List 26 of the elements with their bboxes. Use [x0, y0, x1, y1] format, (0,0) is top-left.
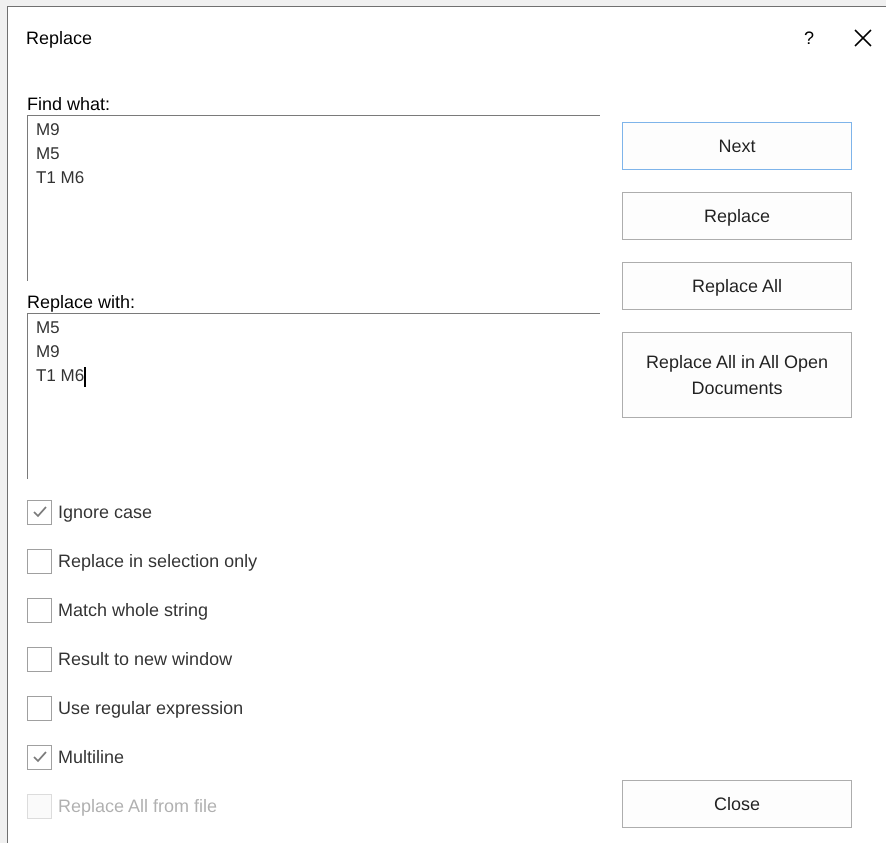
checkbox[interactable] [27, 646, 52, 672]
option-label[interactable]: Replace in selection only [58, 548, 258, 574]
checkbox[interactable] [27, 500, 52, 524]
replace-field[interactable]: M5 M9 T1 M6 [27, 313, 600, 479]
option-label[interactable]: Match whole string [58, 596, 208, 624]
checkbox[interactable] [27, 548, 52, 574]
action-button[interactable]: Next [622, 122, 852, 170]
close-icon[interactable] [853, 28, 873, 48]
close-button[interactable]: Close [622, 780, 852, 828]
action-button[interactable]: Replace [622, 192, 852, 240]
help-button[interactable]: ? [789, 24, 829, 52]
option-label[interactable]: Multiline [58, 744, 124, 770]
action-button[interactable]: Replace All in All Open Documents [622, 332, 852, 418]
checkbox[interactable] [27, 744, 52, 770]
checkbox[interactable] [27, 598, 52, 622]
check-icon [32, 749, 48, 765]
check-icon [32, 504, 48, 520]
option-label[interactable]: Use regular expression [58, 694, 244, 722]
option-label[interactable]: Result to new window [58, 646, 232, 672]
find-label: Find what: [27, 93, 112, 115]
action-button[interactable]: Replace All [622, 262, 852, 310]
find-field[interactable]: M9 M5 T1 M6 [27, 115, 600, 281]
checkbox[interactable] [27, 696, 52, 720]
replace-label: Replace with: [27, 291, 136, 313]
option-label[interactable]: Ignore case [58, 498, 152, 526]
window-title: Replace [26, 26, 92, 50]
